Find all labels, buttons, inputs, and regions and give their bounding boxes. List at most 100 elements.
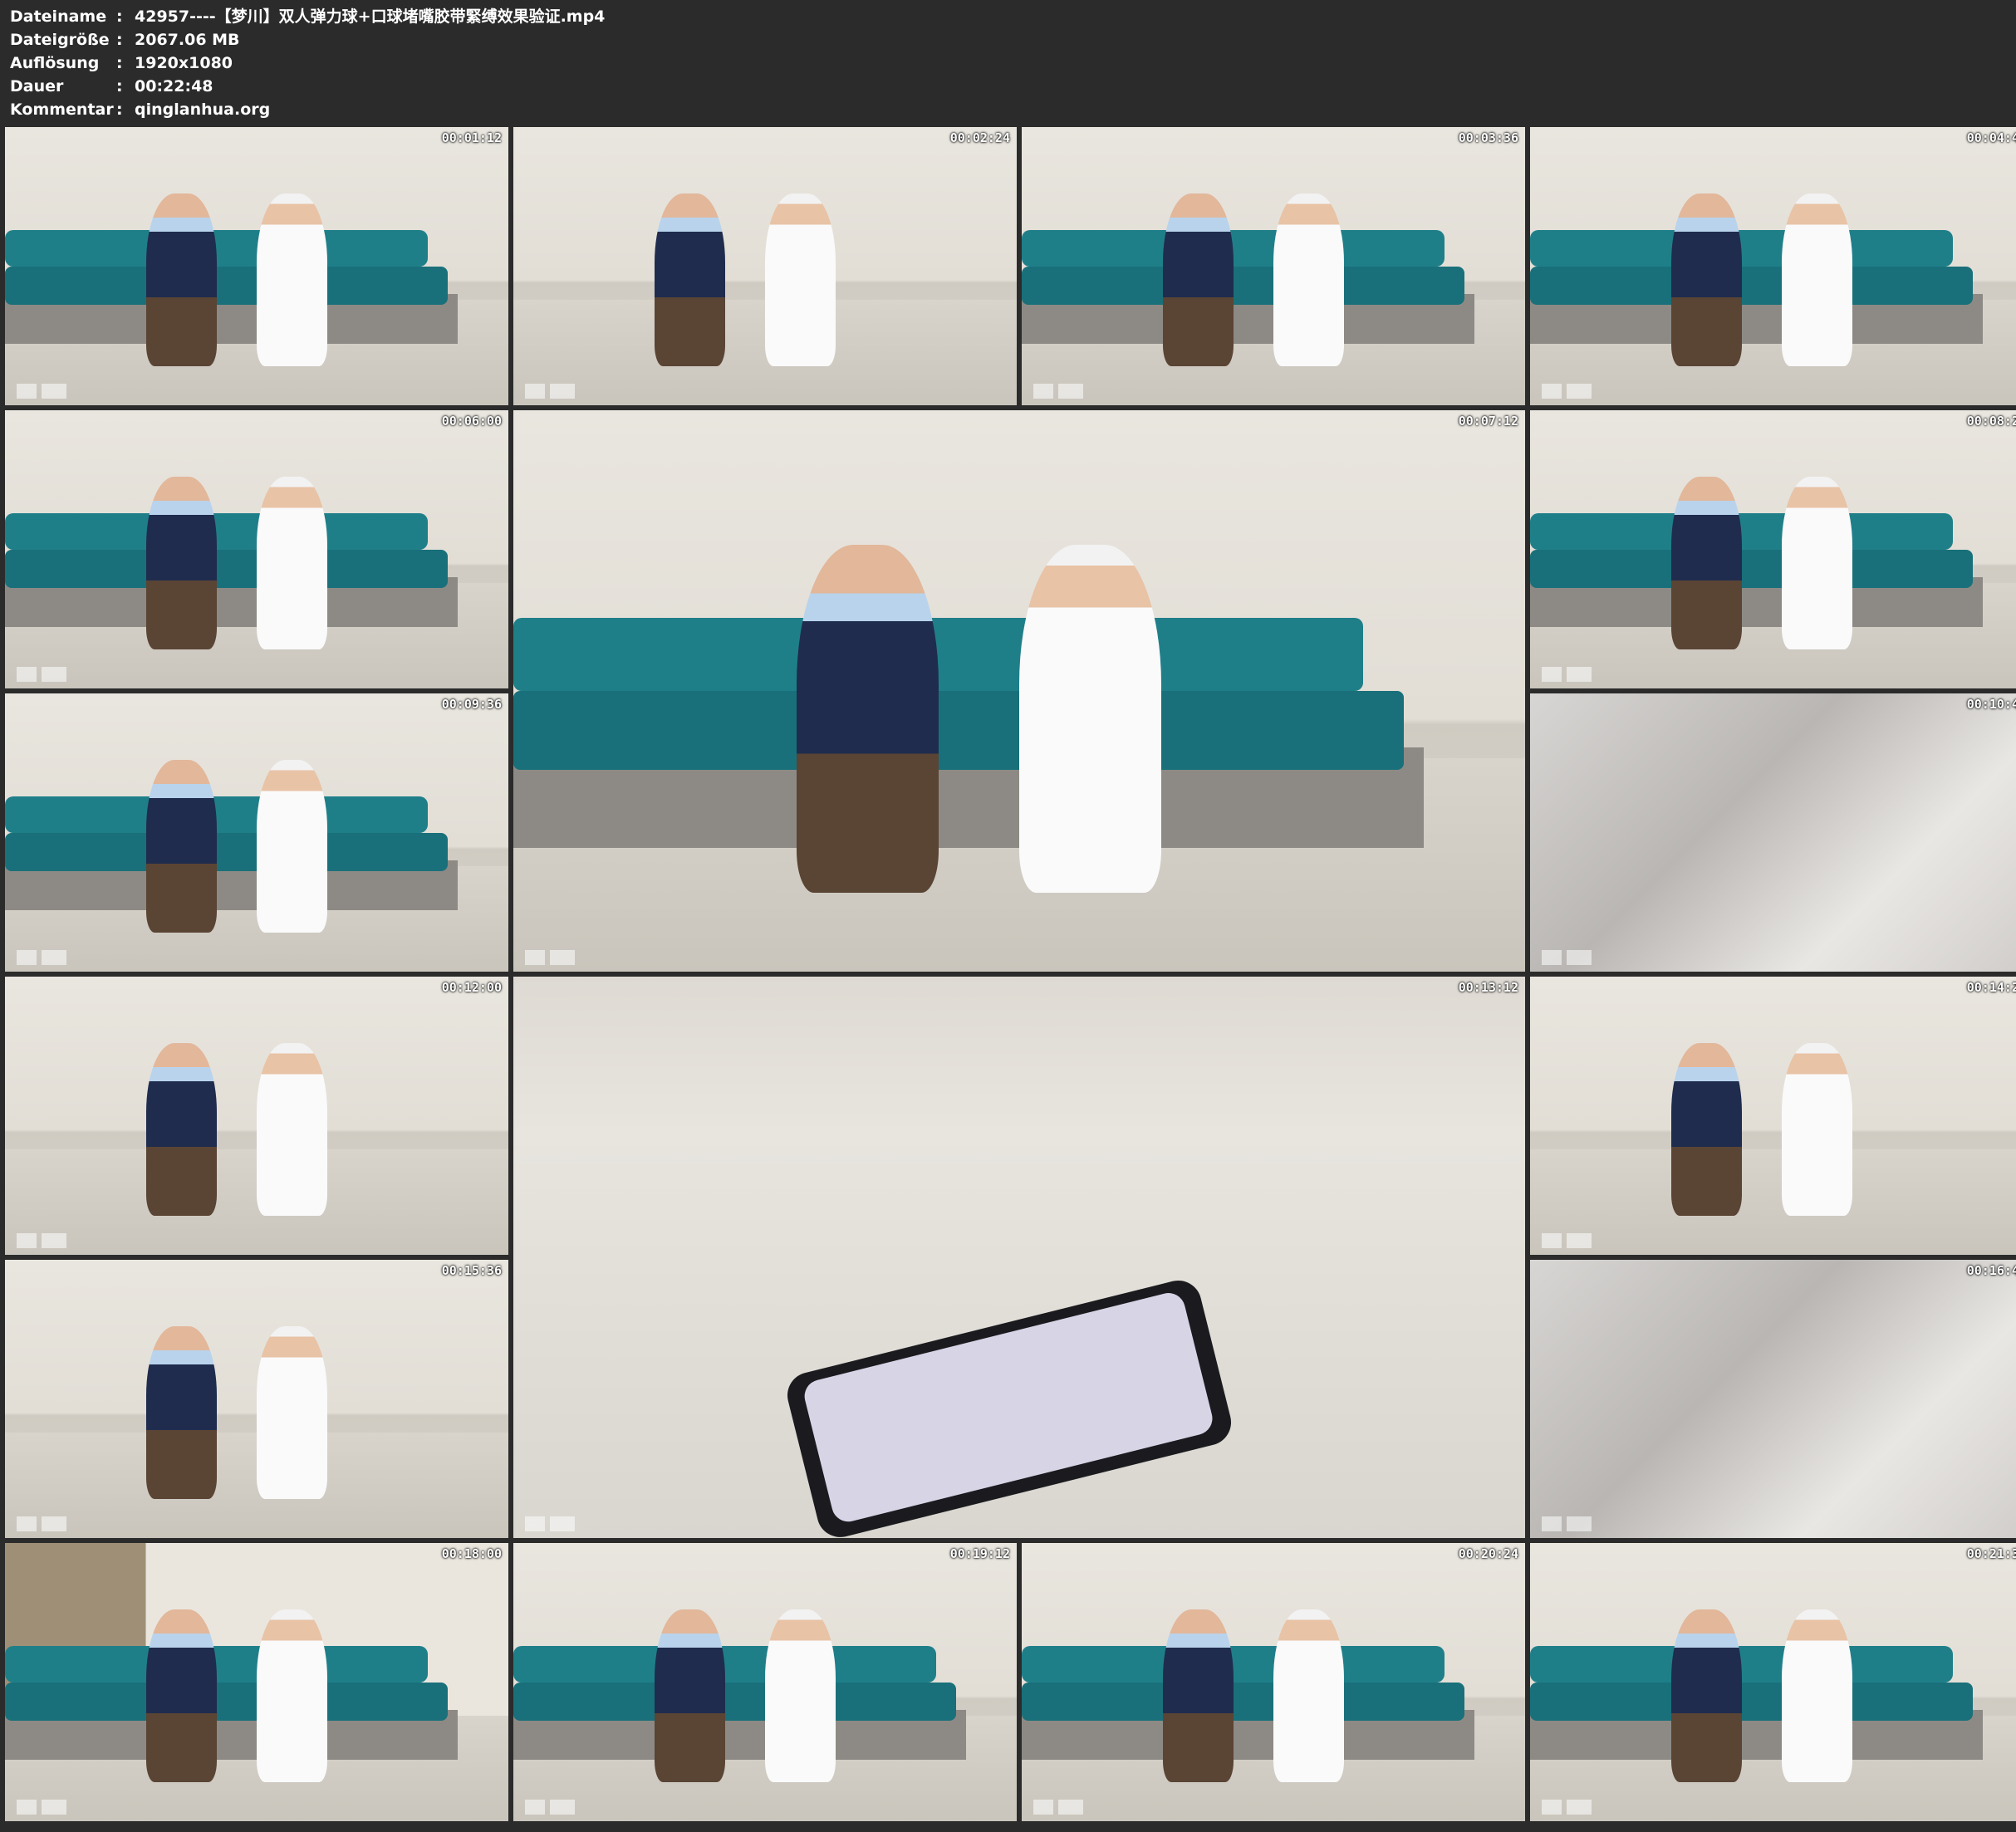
person-white-dress [1273, 193, 1344, 367]
person-white-dress [257, 1326, 327, 1500]
thumbnail-timestamp: 00:07:12 [1458, 414, 1518, 429]
person-uniform [145, 477, 217, 650]
sofa-seat [5, 832, 449, 872]
video-thumbnail: 00:09:36 [5, 693, 508, 972]
person-uniform [145, 1609, 217, 1783]
sofa-back [1022, 1645, 1445, 1683]
info-key: Kommentar [10, 100, 114, 119]
person-uniform [797, 545, 939, 894]
video-thumbnail: 00:04:48 [1530, 127, 2016, 405]
watermark [17, 1800, 66, 1815]
thumbnail-timestamp: 00:16:48 [1966, 1263, 2016, 1278]
info-key: Auflösung [10, 54, 100, 72]
person-white-dress [1782, 1043, 1852, 1217]
info-row-comment: Kommentar : qinglanhua.org [10, 98, 605, 121]
person-white-dress [1019, 545, 1161, 894]
sofa-seat [513, 691, 1404, 770]
video-thumbnail: 00:06:00 [5, 410, 508, 688]
thumbnail-timestamp: 00:13:12 [1458, 980, 1518, 995]
sofa-seat [1530, 549, 1974, 589]
thumbnail-timestamp: 00:06:00 [441, 414, 502, 429]
person-uniform [1670, 1043, 1742, 1217]
info-value: 00:22:48 [135, 77, 213, 96]
thumbnail-timestamp: 00:02:24 [949, 130, 1010, 145]
video-thumbnail: 00:15:36 [5, 1260, 508, 1538]
info-separator: : [116, 77, 123, 96]
sofa-seat [1530, 1682, 1974, 1722]
info-separator: : [116, 31, 123, 49]
info-row-filesize: Dateigröße : 2067.06 MB [10, 28, 605, 51]
video-thumbnail: 00:13:12 [513, 977, 1525, 1538]
info-value: qinglanhua.org [135, 100, 271, 119]
person-uniform [1670, 1609, 1742, 1783]
thumbnail-timestamp: 00:09:36 [441, 697, 502, 712]
person-white-dress [257, 760, 327, 933]
info-value: 1920x1080 [135, 54, 233, 72]
watermark [1542, 1516, 1592, 1531]
video-thumbnail: 00:21:36 [1530, 1543, 2016, 1821]
watermark [1542, 950, 1592, 965]
info-separator: : [116, 100, 123, 119]
thumbnail-timestamp: 00:10:48 [1966, 697, 2016, 712]
info-key: Dateigröße [10, 31, 110, 49]
person-white-dress [1782, 193, 1852, 367]
watermark [1033, 1800, 1083, 1815]
video-thumbnail: 00:07:12 [513, 410, 1525, 972]
person-uniform [145, 1326, 217, 1500]
video-thumbnail: 00:10:48 [1530, 693, 2016, 972]
watermark [525, 1800, 575, 1815]
thumbnail-timestamp: 00:21:36 [1966, 1546, 2016, 1561]
info-row-resolution: Auflösung : 1920x1080 [10, 51, 605, 75]
thumbnail-timestamp: 00:12:00 [441, 980, 502, 995]
sofa-seat [513, 1682, 957, 1722]
floor [1530, 1149, 2016, 1255]
thumbnail-timestamp: 00:14:24 [1966, 980, 2016, 995]
file-info-header: Dateiname : 42957----【梦川】双人弹力球+口球堵嘴胶带緊缚效… [10, 5, 605, 121]
watermark [17, 1233, 66, 1248]
person-uniform [1670, 477, 1742, 650]
sofa-back [1530, 512, 1954, 550]
video-thumbnail: 00:20:24 [1022, 1543, 1525, 1821]
thumbnail-timestamp: 00:19:12 [949, 1546, 1010, 1561]
sofa-seat [1530, 266, 1974, 306]
video-thumbnail: 00:18:00 [5, 1543, 508, 1821]
video-thumbnail: 00:02:24 [513, 127, 1017, 405]
person-white-dress [257, 1609, 327, 1783]
sofa-back [1530, 229, 1954, 267]
person-uniform [654, 1609, 725, 1783]
person-uniform [654, 193, 725, 367]
watermark [17, 384, 66, 399]
thumbnail-timestamp: 00:03:36 [1458, 130, 1518, 145]
sofa-seat [5, 266, 449, 306]
person-white-dress [257, 1043, 327, 1217]
watermark [17, 950, 66, 965]
thumbnail-timestamp: 00:18:00 [441, 1546, 502, 1561]
video-thumbnail: 00:16:48 [1530, 1260, 2016, 1538]
video-thumbnail: 00:19:12 [513, 1543, 1017, 1821]
watermark [1542, 1800, 1592, 1815]
sofa-seat [1022, 266, 1465, 306]
person-white-dress [1782, 477, 1852, 650]
thumbnail-timestamp: 00:04:48 [1966, 130, 2016, 145]
sofa-seat [5, 549, 449, 589]
sofa-back [1530, 1645, 1954, 1683]
person-white-dress [1273, 1609, 1344, 1783]
person-white-dress [1782, 1609, 1852, 1783]
info-key: Dateiname [10, 7, 107, 26]
info-row-filename: Dateiname : 42957----【梦川】双人弹力球+口球堵嘴胶带緊缚效… [10, 5, 605, 28]
watermark [1542, 1233, 1592, 1248]
video-thumbnail: 00:03:36 [1022, 127, 1525, 405]
watermark [17, 667, 66, 682]
sofa-back [5, 1645, 429, 1683]
sofa-seat [1022, 1682, 1465, 1722]
info-value: 42957----【梦川】双人弹力球+口球堵嘴胶带緊缚效果验证.mp4 [135, 7, 606, 26]
person-uniform [1162, 193, 1234, 367]
person-uniform [145, 1043, 217, 1217]
sofa-back [1022, 229, 1445, 267]
watermark [17, 1516, 66, 1531]
thumbnail-timestamp: 00:08:24 [1966, 414, 2016, 429]
video-thumbnail: 00:08:24 [1530, 410, 2016, 688]
video-thumbnail: 00:14:24 [1530, 977, 2016, 1255]
person-white-dress [765, 193, 836, 367]
info-value: 2067.06 MB [135, 31, 240, 49]
